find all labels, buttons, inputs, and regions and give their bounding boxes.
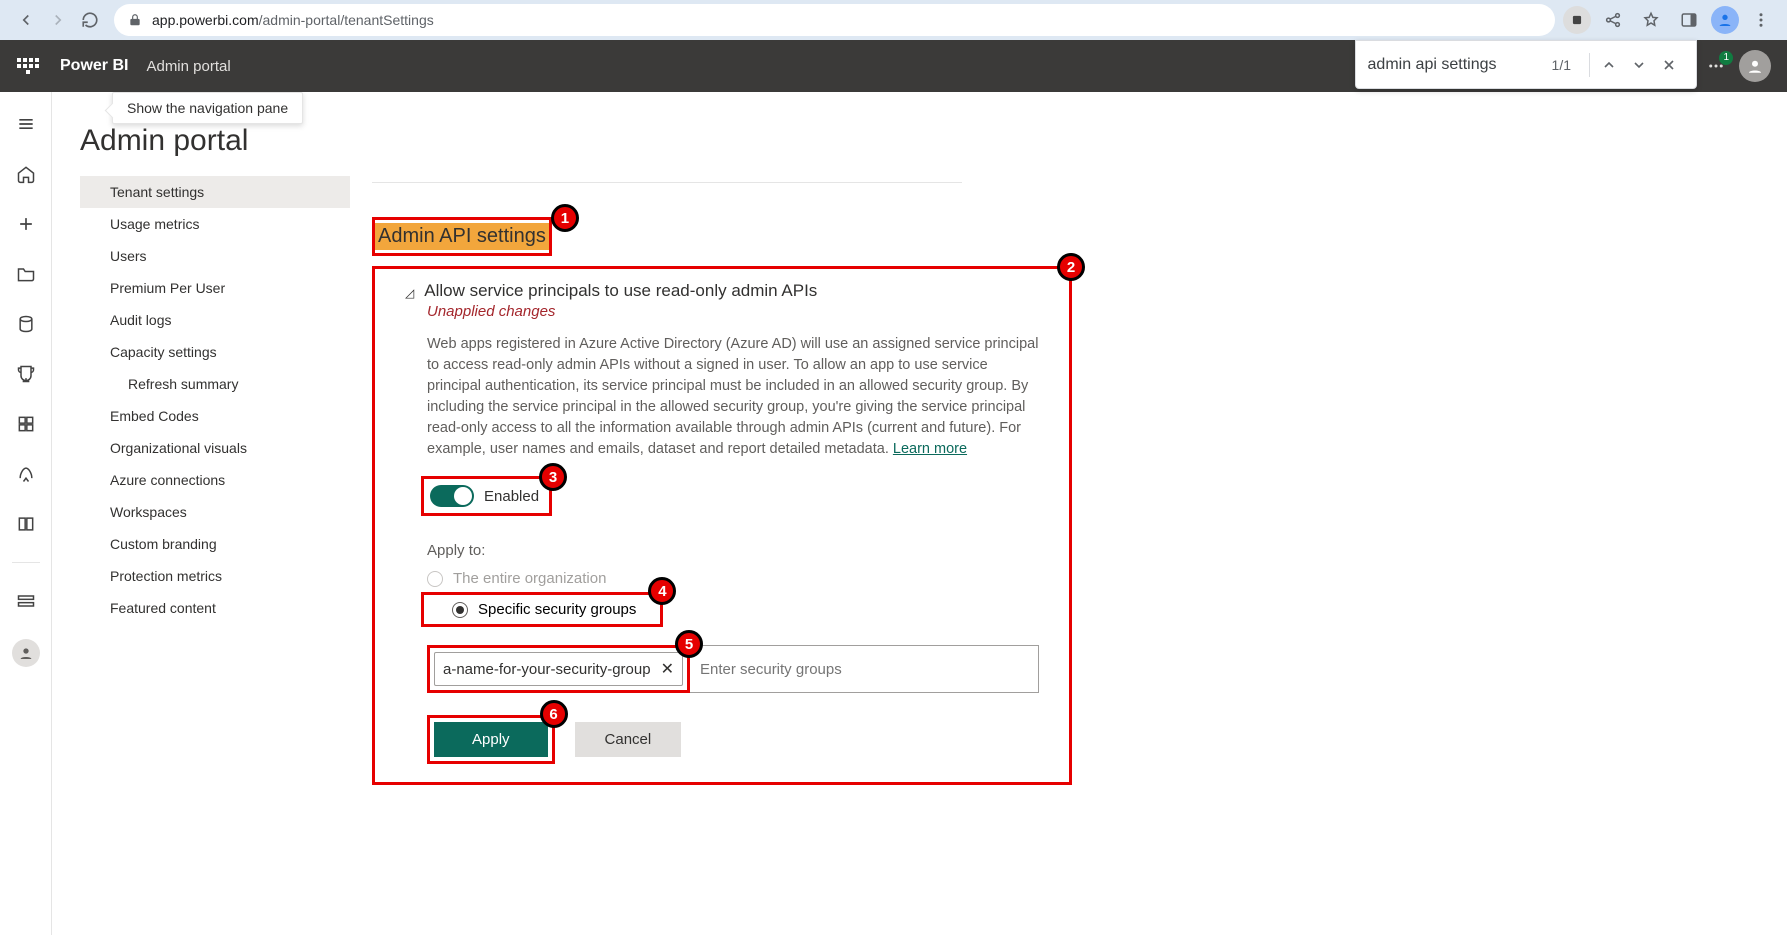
security-groups-input[interactable] [690,645,1039,693]
browser-chrome: app.powerbi.com/admin-portal/tenantSetti… [0,0,1787,40]
annotation-badge-6: 6 [540,700,568,728]
setting-description: Web apps registered in Azure Active Dire… [427,334,1039,460]
learn-icon[interactable] [8,506,44,542]
find-next-button[interactable] [1624,50,1654,80]
find-input[interactable] [1368,56,1538,74]
toggle-label: Enabled [484,488,539,505]
extension-icon[interactable] [1563,6,1591,34]
setting-title: Allow service principals to use read-onl… [424,281,817,301]
profile-avatar[interactable] [1711,6,1739,34]
apply-button[interactable]: Apply [434,722,548,757]
nav-audit-logs[interactable]: Audit logs [80,304,350,336]
deployment-icon[interactable] [8,456,44,492]
browse-icon[interactable] [8,256,44,292]
divider [372,182,962,183]
nav-embed-codes[interactable]: Embed Codes [80,400,350,432]
radio-entire-org: The entire organization [427,567,1039,590]
user-avatar[interactable] [1739,50,1771,82]
nav-org-visuals[interactable]: Organizational visuals [80,432,350,464]
app-body: Show the navigation pane Admin portal Te… [0,92,1787,935]
annotation-badge-4: 4 [648,577,676,605]
nav-tooltip: Show the navigation pane [112,92,303,124]
annotation-badge-1: 1 [551,204,579,232]
enabled-toggle[interactable] [430,485,474,507]
notification-badge: 1 [1719,51,1733,65]
content-area: Show the navigation pane Admin portal Te… [52,92,1787,935]
settings-panel: 1 Admin API settings 2 ◿ Allow service p… [372,176,1072,785]
annotation-2: 2 ◿ Allow service principals to use read… [372,266,1072,785]
nav-custom-branding[interactable]: Custom branding [80,528,350,560]
find-close-button[interactable] [1654,50,1684,80]
nav-protection-metrics[interactable]: Protection metrics [80,560,350,592]
chip-remove-icon[interactable]: ✕ [661,659,674,679]
nav-workspaces[interactable]: Workspaces [80,496,350,528]
my-workspace-icon[interactable] [12,639,40,667]
apps-icon[interactable] [8,406,44,442]
forward-button[interactable] [42,4,74,36]
app-launcher-icon[interactable] [16,54,40,78]
star-icon[interactable] [1635,4,1667,36]
annotation-5: 5 a-name-for-your-security-group ✕ [427,645,690,693]
left-rail [0,92,52,935]
chip-label: a-name-for-your-security-group [443,661,651,678]
cancel-button[interactable]: Cancel [575,722,682,757]
overflow-icon[interactable] [1745,4,1777,36]
metrics-icon[interactable] [8,356,44,392]
share-icon[interactable] [1597,4,1629,36]
sidepanel-icon[interactable] [1673,4,1705,36]
url-text: app.powerbi.com/admin-portal/tenantSetti… [152,12,434,28]
find-in-page-bar: 1/1 [1355,40,1697,89]
annotation-1: 1 Admin API settings [372,217,552,256]
overflow-menu[interactable]: 1 [1707,57,1725,75]
annotation-badge-5: 5 [675,630,703,658]
nav-users[interactable]: Users [80,240,350,272]
data-hub-icon[interactable] [8,306,44,342]
annotation-4: 4 Specific security groups [421,592,663,627]
workspaces-icon[interactable] [8,583,44,619]
radio-specific-groups[interactable]: Specific security groups [452,598,636,621]
nav-tenant-settings[interactable]: Tenant settings [80,176,350,208]
url-bar[interactable]: app.powerbi.com/admin-portal/tenantSetti… [114,4,1555,36]
lock-icon [128,13,142,27]
unapplied-label: Unapplied changes [427,303,1039,320]
apply-to-label: Apply to: [427,542,1039,559]
nav-capacity-settings[interactable]: Capacity settings [80,336,350,368]
back-button[interactable] [10,4,42,36]
app-topbar: Power BI Admin portal 1/1 1 [0,40,1787,92]
find-count: 1/1 [1552,57,1571,73]
nav-usage-metrics[interactable]: Usage metrics [80,208,350,240]
reload-button[interactable] [74,4,106,36]
settings-nav: Tenant settings Usage metrics Users Prem… [80,176,350,785]
annotation-6: 6 Apply [427,715,555,764]
nav-featured-content[interactable]: Featured content [80,592,350,624]
brand: Power BI [60,57,128,75]
page-title: Admin portal [80,124,1759,158]
nav-azure-connections[interactable]: Azure connections [80,464,350,496]
home-icon[interactable] [8,156,44,192]
collapse-icon[interactable]: ◿ [405,286,414,300]
breadcrumb[interactable]: Admin portal [146,58,230,75]
nav-premium-per-user[interactable]: Premium Per User [80,272,350,304]
annotation-3: 3 Enabled [421,476,552,516]
learn-more-link[interactable]: Learn more [893,441,967,457]
find-prev-button[interactable] [1594,50,1624,80]
security-group-chip[interactable]: a-name-for-your-security-group ✕ [434,652,683,686]
hamburger-icon[interactable] [8,106,44,142]
nav-refresh-summary[interactable]: Refresh summary [80,368,350,400]
annotation-badge-2: 2 [1057,253,1085,281]
annotation-badge-3: 3 [539,463,567,491]
section-heading: Admin API settings [375,223,549,250]
create-icon[interactable] [8,206,44,242]
